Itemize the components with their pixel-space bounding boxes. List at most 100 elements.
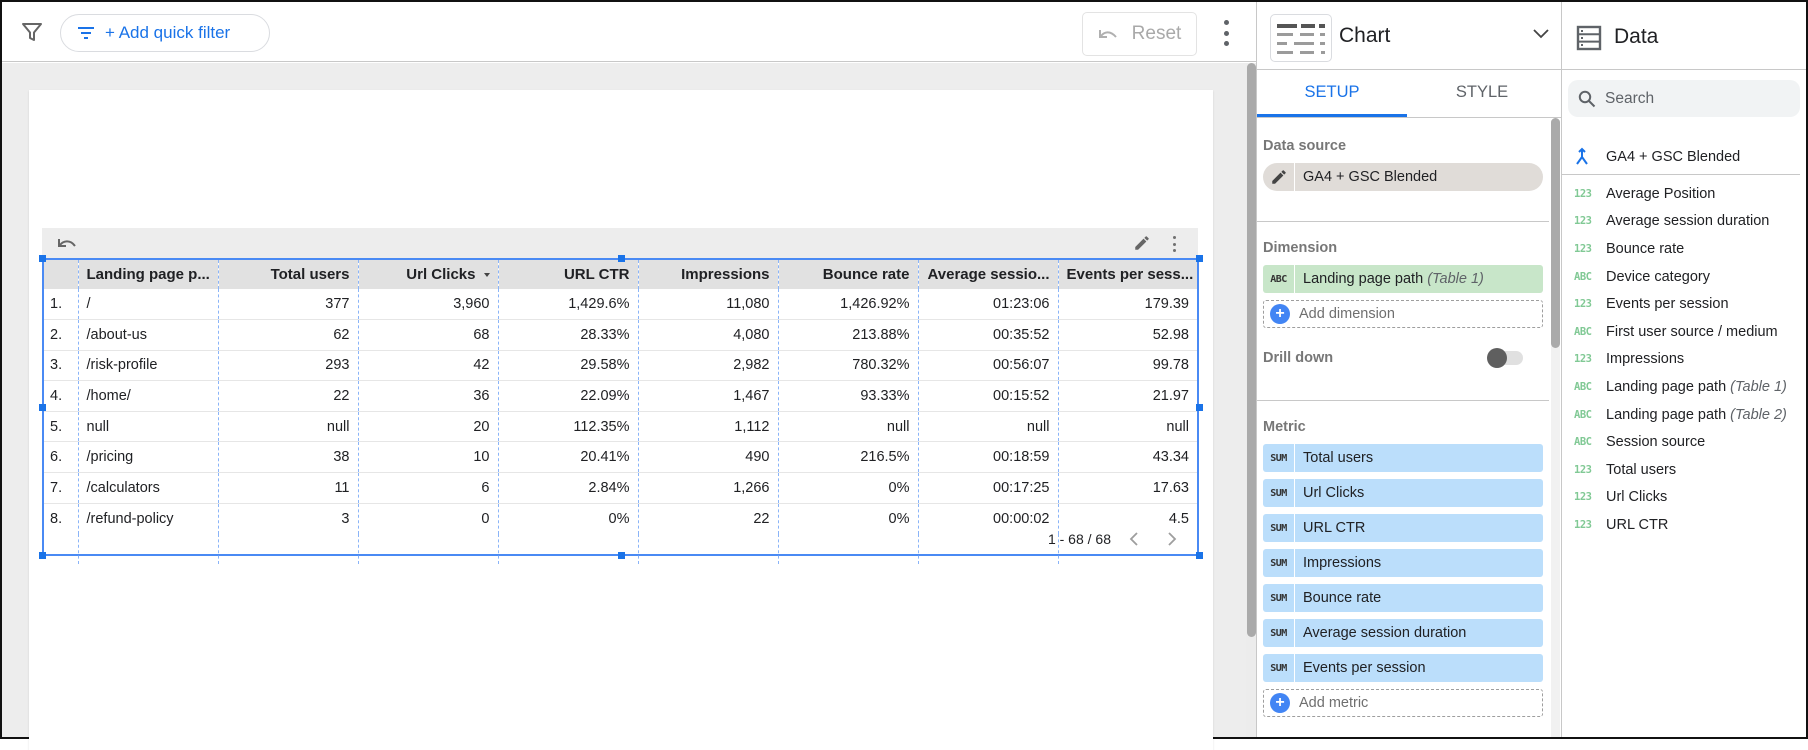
- metric-chip[interactable]: SUM Bounce rate: [1263, 584, 1543, 612]
- resize-handle-bottom-left[interactable]: [39, 552, 46, 559]
- table-row[interactable]: 7./calculators 11 6 2.84% 1,266 0% 00:17:25 17.…: [44, 472, 1197, 504]
- table-header-cell[interactable]: Events per sess...: [1057, 260, 1197, 289]
- table-header-cell[interactable]: Url Clicks: [357, 260, 498, 289]
- tab-style[interactable]: STYLE: [1407, 70, 1557, 117]
- table-cell: 52.98: [1057, 319, 1197, 351]
- blended-source-row[interactable]: GA4 + GSC Blended: [1562, 139, 1800, 175]
- reset-action-icon[interactable]: [56, 236, 78, 252]
- add-dimension-label: Add dimension: [1299, 306, 1395, 322]
- table-header-cell[interactable]: Total users: [217, 260, 358, 289]
- row-index: 5.: [44, 411, 78, 443]
- add-quick-filter-button[interactable]: + Add quick filter: [60, 14, 270, 52]
- table-row[interactable]: 6./pricing 38 10 20.41% 490 216.5% 00:18:59 43.…: [44, 441, 1197, 474]
- table-header-cell[interactable]: Impressions: [637, 260, 778, 289]
- properties-scrollbar-thumb[interactable]: [1551, 118, 1560, 348]
- aggregation-label[interactable]: SUM: [1263, 654, 1295, 682]
- reset-button[interactable]: Reset: [1082, 12, 1197, 56]
- drill-down-toggle[interactable]: [1487, 348, 1523, 368]
- number-type-icon: 123: [1574, 518, 1592, 531]
- resize-handle-top[interactable]: [618, 255, 625, 262]
- table-cell: 20.41%: [497, 441, 638, 474]
- aggregation-label[interactable]: SUM: [1263, 479, 1295, 507]
- field-name: Average Position: [1606, 185, 1716, 202]
- resize-handle-bottom[interactable]: [618, 552, 625, 559]
- table-cell: 112.35%: [497, 411, 638, 443]
- metric-chip[interactable]: SUM Impressions: [1263, 549, 1543, 577]
- table-cell: 22.09%: [497, 380, 638, 412]
- field-item[interactable]: 123 Url Clicks: [1562, 484, 1800, 512]
- table-cell: /about-us: [77, 319, 218, 351]
- table-header-cell[interactable]: Landing page p...: [77, 260, 218, 289]
- field-item[interactable]: 123 URL CTR: [1562, 511, 1800, 539]
- filler-cell: [357, 533, 498, 564]
- table-header-label: Url Clicks: [406, 266, 476, 283]
- metric-chip[interactable]: SUM URL CTR: [1263, 514, 1543, 542]
- sort-descending-icon[interactable]: [483, 273, 490, 278]
- pagination-label: 1 - 68 / 68: [1047, 531, 1111, 547]
- metric-chip[interactable]: SUM Average session duration: [1263, 619, 1543, 647]
- field-item[interactable]: ABC First user source / medium: [1562, 318, 1800, 346]
- metric-chip[interactable]: SUM Url Clicks: [1263, 479, 1543, 507]
- table-cell: 490: [637, 441, 778, 474]
- field-item[interactable]: 123 Events per session: [1562, 290, 1800, 318]
- chart-type-header[interactable]: Chart: [1257, 2, 1561, 70]
- field-item[interactable]: ABC Session source: [1562, 428, 1800, 456]
- table-cell: 42: [357, 350, 498, 382]
- metric-name: Bounce rate: [1303, 590, 1382, 606]
- number-type-icon: 123: [1574, 187, 1592, 200]
- tab-setup[interactable]: SETUP: [1257, 70, 1407, 117]
- field-search-input[interactable]: Search: [1568, 80, 1800, 117]
- table-row[interactable]: 5. null null 20 112.35% 1,112 null null null: [44, 411, 1197, 443]
- add-circle-icon: +: [1270, 304, 1290, 324]
- resize-handle-top-right[interactable]: [1196, 255, 1203, 262]
- data-source-chip[interactable]: GA4 + GSC Blended: [1263, 163, 1543, 191]
- resize-handle-bottom-right[interactable]: [1196, 552, 1203, 559]
- field-item[interactable]: 123 Bounce rate: [1562, 235, 1800, 263]
- metric-chip[interactable]: SUM Total users: [1263, 444, 1543, 472]
- aggregation-label[interactable]: SUM: [1263, 584, 1295, 612]
- widget-more-icon[interactable]: [1171, 236, 1177, 252]
- table-cell: null: [777, 411, 918, 443]
- table-header-cell[interactable]: Bounce rate: [777, 260, 918, 289]
- table-row[interactable]: 4./home/22 36 22.09% 1,467 93.33% 00:15:52 21.…: [44, 380, 1197, 412]
- edit-pencil-icon[interactable]: [1133, 234, 1151, 252]
- field-item[interactable]: 123 Total users: [1562, 456, 1800, 484]
- resize-handle-top-left[interactable]: [39, 255, 46, 262]
- dimension-chip[interactable]: ABC Landing page path (Table 1): [1263, 265, 1543, 293]
- filter-icon[interactable]: [20, 20, 44, 44]
- next-page-icon[interactable]: [1157, 528, 1187, 550]
- table-cell: 3,960: [357, 289, 498, 321]
- data-source-name: GA4 + GSC Blended: [1303, 169, 1438, 185]
- field-name: Impressions: [1606, 351, 1685, 368]
- table-row[interactable]: 3./risk-profile 293 42 29.58% 2,982 780.32% 00…: [44, 350, 1197, 382]
- table-row[interactable]: 1./377 3,960 1,429.6% 11,080 1,426.92% 01:23:…: [44, 289, 1197, 321]
- edit-pencil-icon[interactable]: [1263, 163, 1295, 191]
- data-panel: Data Search GA4 + GSC Blended 123 Average…: [1561, 2, 1806, 737]
- metric-chip[interactable]: SUM Events per session: [1263, 654, 1543, 682]
- previous-page-icon[interactable]: [1119, 528, 1149, 550]
- aggregation-label[interactable]: SUM: [1263, 514, 1295, 542]
- aggregation-label[interactable]: SUM: [1263, 619, 1295, 647]
- chevron-down-icon[interactable]: [1532, 28, 1550, 40]
- add-dimension-button[interactable]: + Add dimension: [1263, 300, 1543, 328]
- table-row[interactable]: 2./about-us 62 68 28.33% 4,080 213.88% 00:35:5…: [44, 319, 1197, 351]
- field-item[interactable]: 123 Average session duration: [1562, 208, 1800, 236]
- aggregation-label[interactable]: SUM: [1263, 444, 1295, 472]
- table-header-cell[interactable]: Average sessio...: [917, 260, 1058, 289]
- filler-cell: [497, 533, 638, 564]
- add-metric-button[interactable]: + Add metric: [1263, 689, 1543, 717]
- field-item[interactable]: ABC Landing page path (Table 1): [1562, 373, 1800, 401]
- canvas-scrollbar-thumb[interactable]: [1247, 63, 1256, 637]
- resize-handle-right[interactable]: [1196, 404, 1203, 411]
- data-table: Landing page p... Total users Url Clicks UR…: [42, 258, 1199, 564]
- more-vert-icon[interactable]: [1216, 20, 1236, 46]
- table-cell: 11: [217, 472, 358, 504]
- aggregation-label[interactable]: SUM: [1263, 549, 1295, 577]
- resize-handle-left[interactable]: [39, 404, 46, 411]
- table-row[interactable]: 8./refund-policy 3 0 0% 22 0% 00:00:02 4.5: [44, 503, 1197, 534]
- field-item[interactable]: 123 Average Position: [1562, 180, 1800, 208]
- field-item[interactable]: ABC Device category: [1562, 263, 1800, 291]
- table-header-cell[interactable]: URL CTR: [497, 260, 638, 289]
- field-item[interactable]: ABC Landing page path (Table 2): [1562, 401, 1800, 429]
- field-item[interactable]: 123 Impressions: [1562, 346, 1800, 374]
